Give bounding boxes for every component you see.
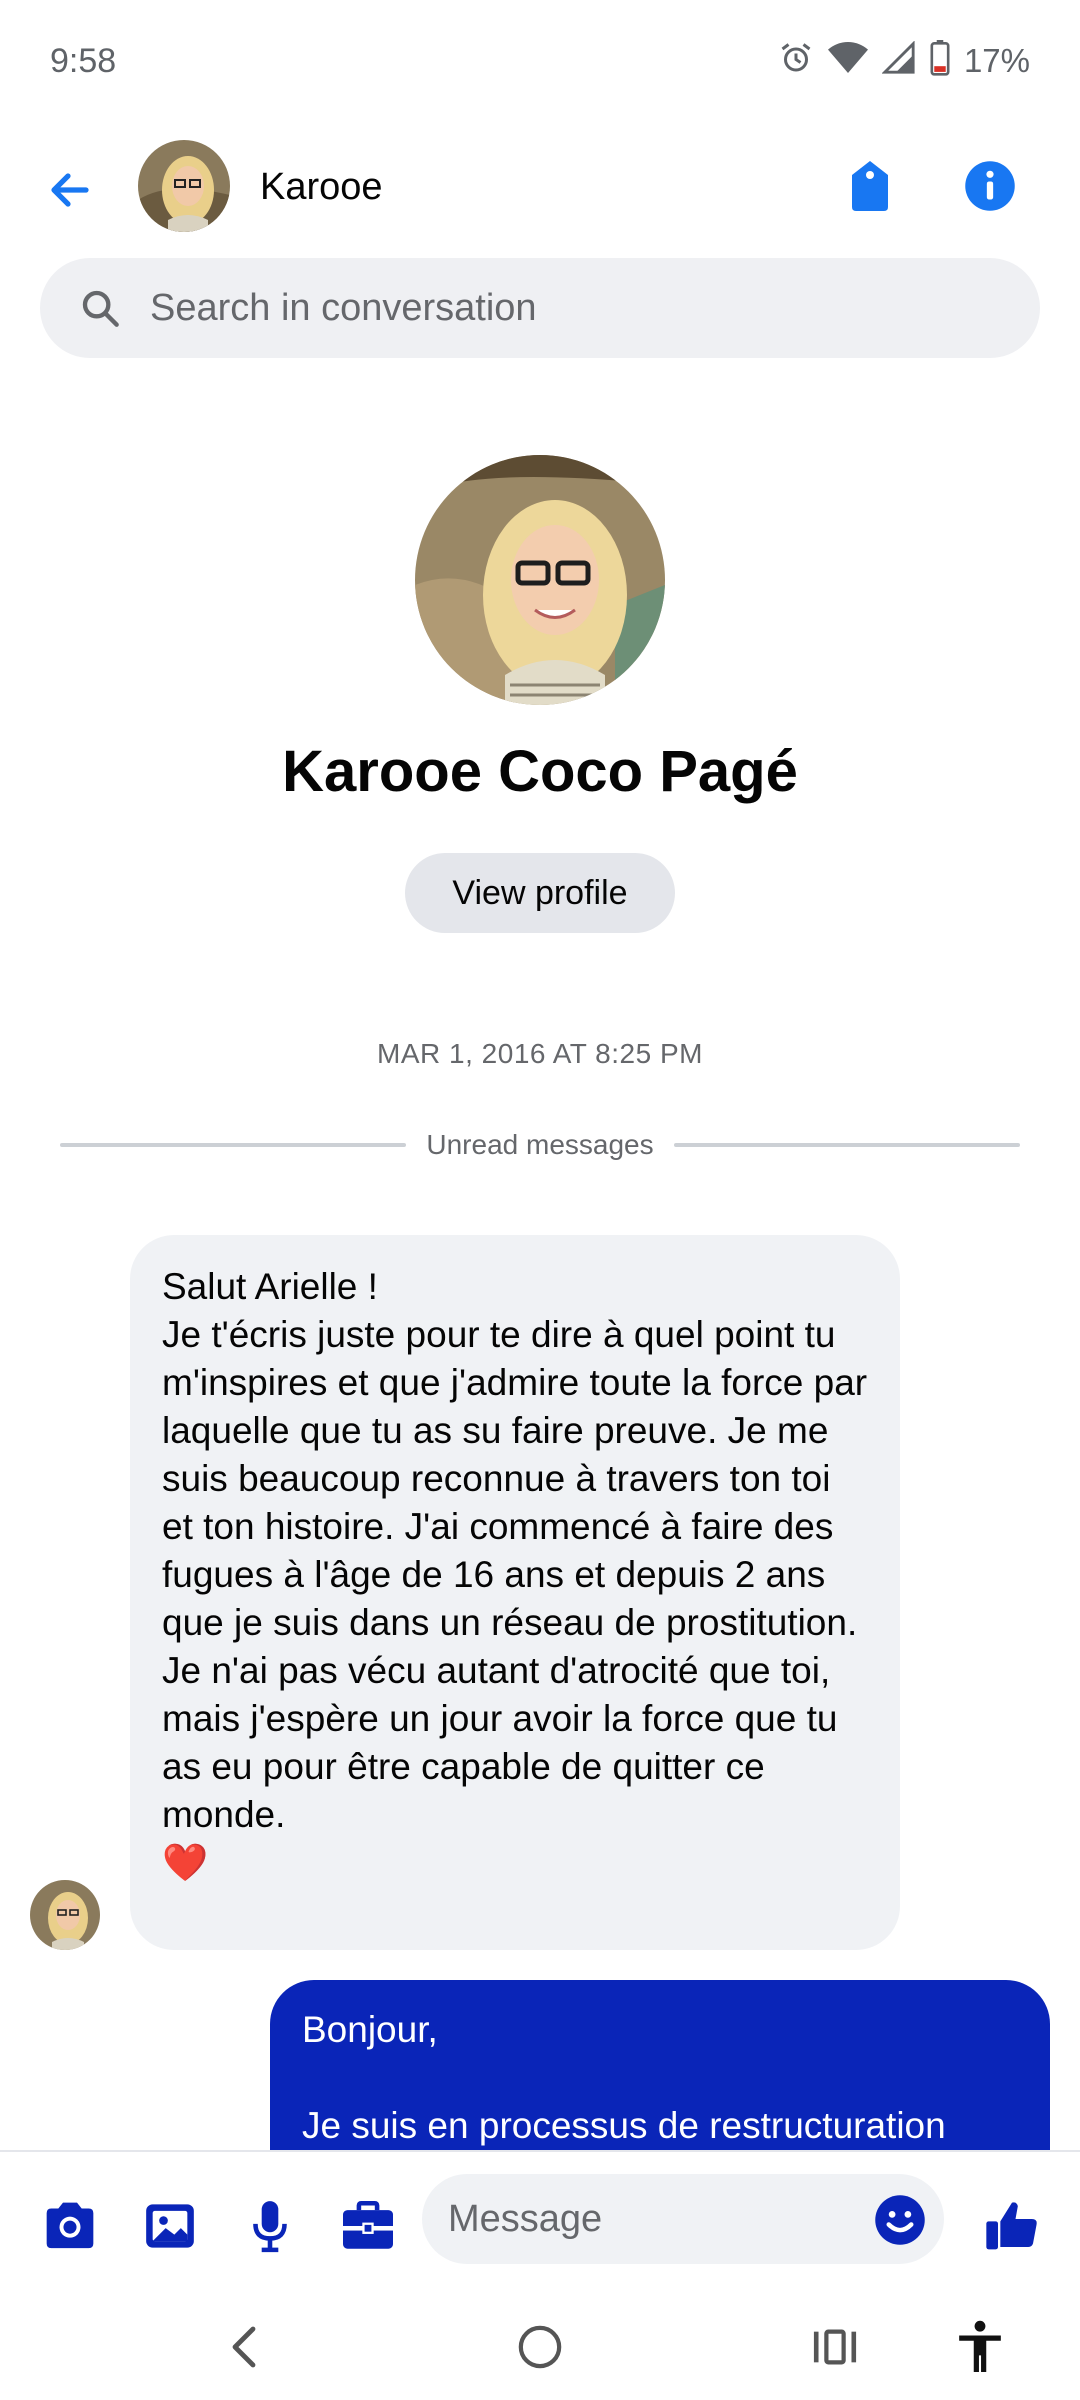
emoji-button[interactable]	[872, 2192, 928, 2248]
sender-avatar[interactable]	[30, 1880, 100, 1950]
message-composer	[0, 2150, 1080, 2290]
like-button[interactable]	[982, 2196, 1042, 2256]
gallery-button[interactable]	[140, 2196, 200, 2256]
signal-icon	[881, 40, 916, 80]
message-text: Salut Arielle ! Je t'écris juste pour te…	[162, 1266, 868, 1835]
divider-line-right	[673, 1143, 1021, 1147]
info-button[interactable]	[958, 154, 1022, 218]
nav-back-button[interactable]	[210, 2312, 280, 2382]
tag-icon	[852, 161, 888, 211]
battery-percent: 17%	[963, 41, 1030, 79]
accessibility-icon	[959, 2320, 1001, 2372]
chevron-left-icon	[232, 2326, 256, 2368]
status-time: 9:58	[50, 42, 117, 80]
recents-icon	[813, 2329, 857, 2365]
heart-emoji: ❤️	[162, 1842, 209, 1883]
incoming-message-bubble[interactable]: Salut Arielle ! Je t'écris juste pour te…	[130, 1235, 900, 1950]
wifi-icon	[827, 40, 868, 81]
unread-label: Unread messages	[426, 1129, 654, 1160]
search-input[interactable]	[150, 258, 1010, 358]
message-input[interactable]	[448, 2174, 868, 2264]
search-bar[interactable]	[40, 258, 1040, 358]
camera-icon	[46, 2202, 94, 2249]
divider-line-left	[60, 1143, 407, 1147]
battery-icon	[930, 40, 950, 81]
emoji-icon	[875, 2195, 925, 2245]
back-button[interactable]	[38, 158, 102, 222]
alarm-icon	[778, 40, 814, 81]
unread-divider: Unread messages	[60, 1129, 1021, 1160]
nav-home-button[interactable]	[505, 2312, 575, 2382]
status-bar: 9:58 17%	[0, 0, 1080, 120]
message-field[interactable]	[422, 2174, 944, 2264]
conversation-header: Karooe	[0, 130, 1080, 250]
profile-name: Karooe Coco Pagé	[282, 739, 798, 804]
camera-button[interactable]	[40, 2196, 100, 2256]
header-contact-name[interactable]: Karooe	[260, 166, 383, 209]
status-icons: 17%	[778, 40, 1030, 81]
thumbs-up-icon	[986, 2202, 1037, 2250]
nav-recents-button[interactable]	[800, 2312, 870, 2382]
voice-button[interactable]	[240, 2196, 300, 2256]
briefcase-icon	[343, 2201, 393, 2249]
back-arrow-icon	[51, 173, 89, 207]
gallery-icon	[146, 2204, 194, 2248]
message-text: Bonjour, Je suis en processus de restruc…	[302, 2009, 946, 2146]
info-icon	[965, 161, 1015, 211]
avatar[interactable]	[138, 140, 230, 232]
accessibility-button[interactable]	[945, 2312, 1015, 2382]
microphone-icon	[253, 2201, 287, 2253]
tag-button[interactable]	[840, 154, 900, 218]
apps-button[interactable]	[338, 2196, 398, 2256]
profile-avatar[interactable]	[415, 455, 665, 705]
view-profile-button[interactable]: View profile	[405, 853, 675, 933]
home-circle-icon	[518, 2325, 562, 2369]
search-icon	[82, 290, 119, 327]
system-nav-bar	[0, 2290, 1080, 2400]
message-timestamp: MAR 1, 2016 AT 8:25 PM	[377, 1038, 703, 1069]
